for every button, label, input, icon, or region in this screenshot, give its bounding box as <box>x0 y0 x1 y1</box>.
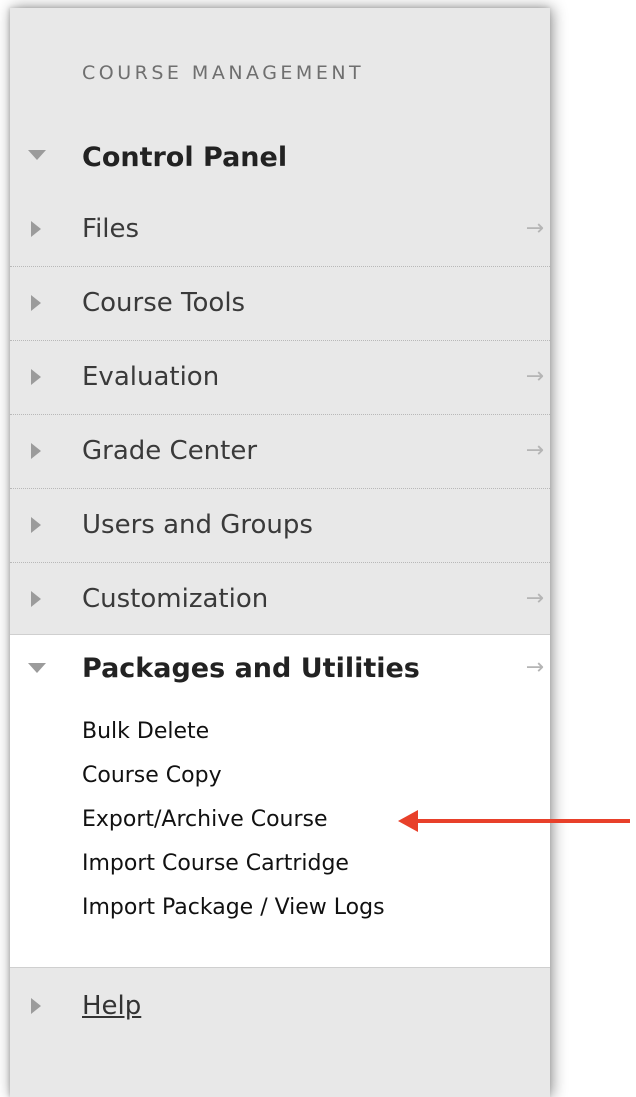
annotation-arrow-icon <box>398 810 630 832</box>
collapse-triangle-icon[interactable] <box>31 443 41 459</box>
right-arrow-icon[interactable]: → <box>526 438 544 463</box>
menu-item-grade-center[interactable]: Grade Center → <box>10 414 550 489</box>
collapse-triangle-icon[interactable] <box>31 295 41 311</box>
expand-triangle-icon[interactable] <box>28 150 46 160</box>
right-arrow-icon[interactable]: → <box>526 655 544 680</box>
collapse-triangle-icon[interactable] <box>31 369 41 385</box>
collapse-triangle-icon[interactable] <box>31 998 41 1014</box>
menu-item-label: Course Tools <box>82 288 246 318</box>
menu-item-label: Users and Groups <box>82 510 313 540</box>
packages-and-utilities-section: Packages and Utilities → Bulk Delete Cou… <box>10 634 550 968</box>
submenu-link-import-package-view-logs[interactable]: Import Package / View Logs <box>82 895 385 920</box>
menu-item-files[interactable]: Files → <box>10 192 550 267</box>
submenu-link-export-archive-course[interactable]: Export/Archive Course <box>82 807 328 832</box>
help-link[interactable]: Help <box>82 991 141 1021</box>
menu-item-course-tools[interactable]: Course Tools <box>10 266 550 341</box>
right-arrow-icon[interactable]: → <box>526 586 544 611</box>
collapse-triangle-icon[interactable] <box>31 221 41 237</box>
menu-item-label: Files <box>82 214 140 244</box>
submenu-link-import-course-cartridge[interactable]: Import Course Cartridge <box>82 851 349 876</box>
right-arrow-icon[interactable]: → <box>526 364 544 389</box>
control-panel-label: Control Panel <box>82 142 288 173</box>
menu-item-label: Grade Center <box>82 436 258 466</box>
course-management-panel: COURSE MANAGEMENT Control Panel Files → … <box>10 8 550 1097</box>
section-heading: COURSE MANAGEMENT <box>82 62 365 84</box>
submenu-link-course-copy[interactable]: Course Copy <box>82 763 222 788</box>
expand-triangle-icon[interactable] <box>28 663 46 673</box>
help-item[interactable]: Help <box>10 978 550 1048</box>
menu-item-evaluation[interactable]: Evaluation → <box>10 340 550 415</box>
submenu-link-bulk-delete[interactable]: Bulk Delete <box>82 719 209 744</box>
collapse-triangle-icon[interactable] <box>31 591 41 607</box>
menu-item-label: Evaluation <box>82 362 220 392</box>
control-panel-header[interactable]: Control Panel <box>10 136 550 186</box>
right-arrow-icon[interactable]: → <box>526 216 544 241</box>
menu-item-users-and-groups[interactable]: Users and Groups <box>10 488 550 563</box>
packages-and-utilities-label[interactable]: Packages and Utilities <box>82 653 420 684</box>
collapse-triangle-icon[interactable] <box>31 517 41 533</box>
menu-item-customization[interactable]: Customization → <box>10 562 550 636</box>
menu-item-label: Customization <box>82 584 269 614</box>
